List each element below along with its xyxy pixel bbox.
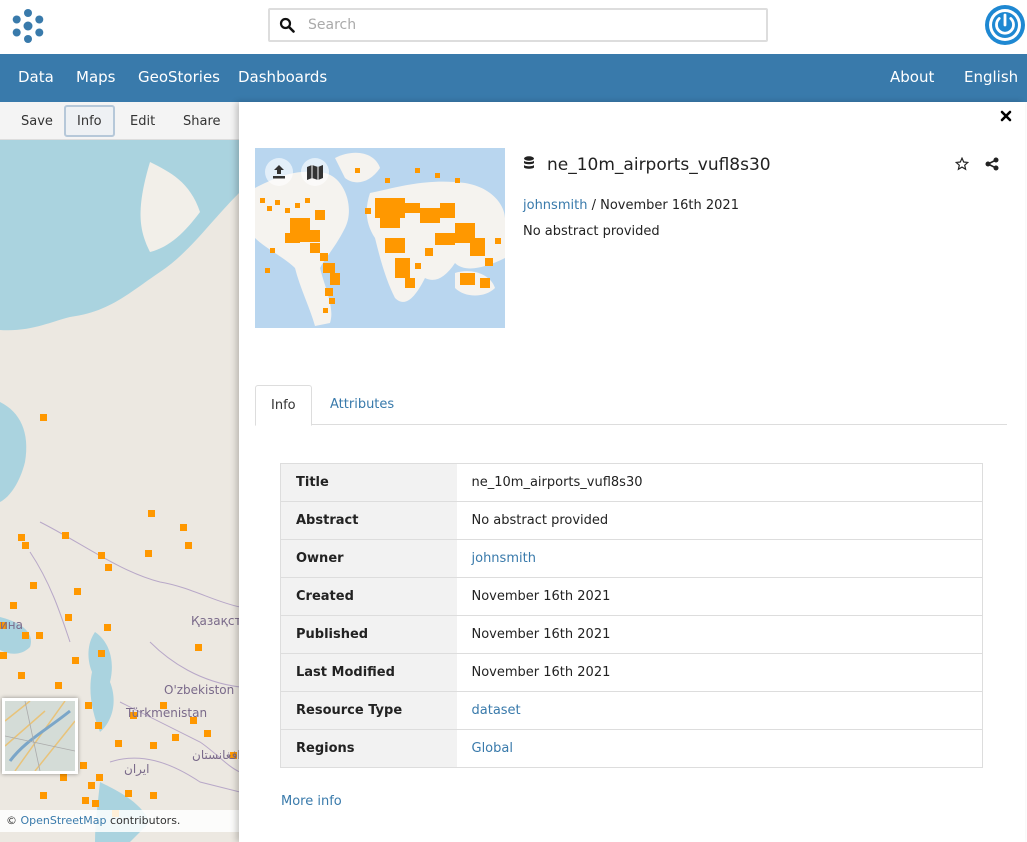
row-key: Published [280,615,457,654]
nav-data[interactable]: Data [18,68,54,86]
search-input[interactable] [308,14,748,36]
nav-maps[interactable]: Maps [76,68,115,86]
table-row: Resource Type dataset [280,691,983,730]
map-label-iran: ایران [124,762,150,776]
toolbar-info-button[interactable]: Info [64,105,115,137]
map-label-uzbekistan: O'zbekiston [164,683,235,697]
attribution-prefix: © [6,814,17,827]
main-nav: Data Maps GeoStories Dashboards About En… [0,54,1027,102]
map-label-turkmenistan: Türkmenistan [126,706,208,720]
power-icon[interactable] [984,4,1026,46]
row-key: Regions [280,729,457,768]
table-row: Created November 16th 2021 [280,577,983,616]
minimap-toggle[interactable] [2,698,78,774]
regions-link[interactable]: Global [472,741,513,756]
map-icon [307,165,323,180]
owner-link[interactable]: johnsmith [523,198,587,213]
toolbar-share-button[interactable]: Share [170,105,234,137]
map-attribution: © OpenStreetMap contributors. [0,810,240,832]
resource-date: November 16th 2021 [600,198,739,213]
row-key: Created [280,577,457,616]
row-value: No abstract provided [456,501,983,540]
thumbnail-upload-button[interactable] [265,158,293,186]
search-icon [279,17,295,33]
minimap-image [5,701,75,771]
thumbnail-map-button[interactable] [301,158,329,186]
table-row: Regions Global [280,729,983,768]
attribution-suffix: contributors. [110,814,181,827]
resource-type-link[interactable]: dataset [472,703,521,718]
toolbar-save-button[interactable]: Save [8,105,66,137]
row-key: Resource Type [280,691,457,730]
logo-icon[interactable] [8,6,48,46]
resource-meta: johnsmith / November 16th 2021 [523,198,739,213]
toolbar-edit-button[interactable]: Edit [117,105,168,137]
tab-attributes[interactable]: Attributes [315,385,409,425]
map-label-afghanistan: افغانستان [192,748,240,762]
share-icon[interactable] [985,157,999,171]
openstreetmap-link[interactable]: OpenStreetMap [21,814,107,827]
top-header [0,0,1027,54]
row-key: Last Modified [280,653,457,692]
owner-value-link[interactable]: johnsmith [472,551,536,566]
database-icon [524,156,534,169]
row-value: ne_10m_airports_vufl8s30 [456,463,983,502]
row-value: November 16th 2021 [456,577,983,616]
detail-tabs: Info Attributes [255,385,1007,426]
row-key: Title [280,463,457,502]
table-row: Abstract No abstract provided [280,501,983,540]
nav-language[interactable]: English [964,68,1018,86]
close-icon[interactable] [1000,110,1012,122]
resource-detail-panel: ne_10m_airports_vufl8s30 johnsmith / Nov… [239,102,1025,842]
row-key: Owner [280,539,457,578]
table-row: Last Modified November 16th 2021 [280,653,983,692]
row-key: Abstract [280,501,457,540]
search-box[interactable] [268,8,768,42]
row-value: November 16th 2021 [456,653,983,692]
resource-abstract: No abstract provided [523,224,660,239]
map-toolbar: Save Info Edit Share [0,102,240,140]
more-info-link[interactable]: More info [281,794,342,809]
resource-thumbnail [255,148,505,328]
upload-icon [273,165,285,179]
nav-about[interactable]: About [890,68,934,86]
meta-separator: / [591,198,596,213]
row-value: November 16th 2021 [456,615,983,654]
table-row: Published November 16th 2021 [280,615,983,654]
table-row: Owner johnsmith [280,539,983,578]
table-row: Title ne_10m_airports_vufl8s30 [280,463,983,502]
resource-title: ne_10m_airports_vufl8s30 [547,155,771,175]
nav-dashboards[interactable]: Dashboards [238,68,327,86]
map-label-ukraine: ина [0,618,23,632]
tab-info[interactable]: Info [255,385,312,426]
info-table: Title ne_10m_airports_vufl8s30 Abstract … [280,463,983,768]
star-icon[interactable] [955,157,969,171]
map-label-kazakhstan: Қазақст [191,614,240,628]
nav-geostories[interactable]: GeoStories [138,68,220,86]
